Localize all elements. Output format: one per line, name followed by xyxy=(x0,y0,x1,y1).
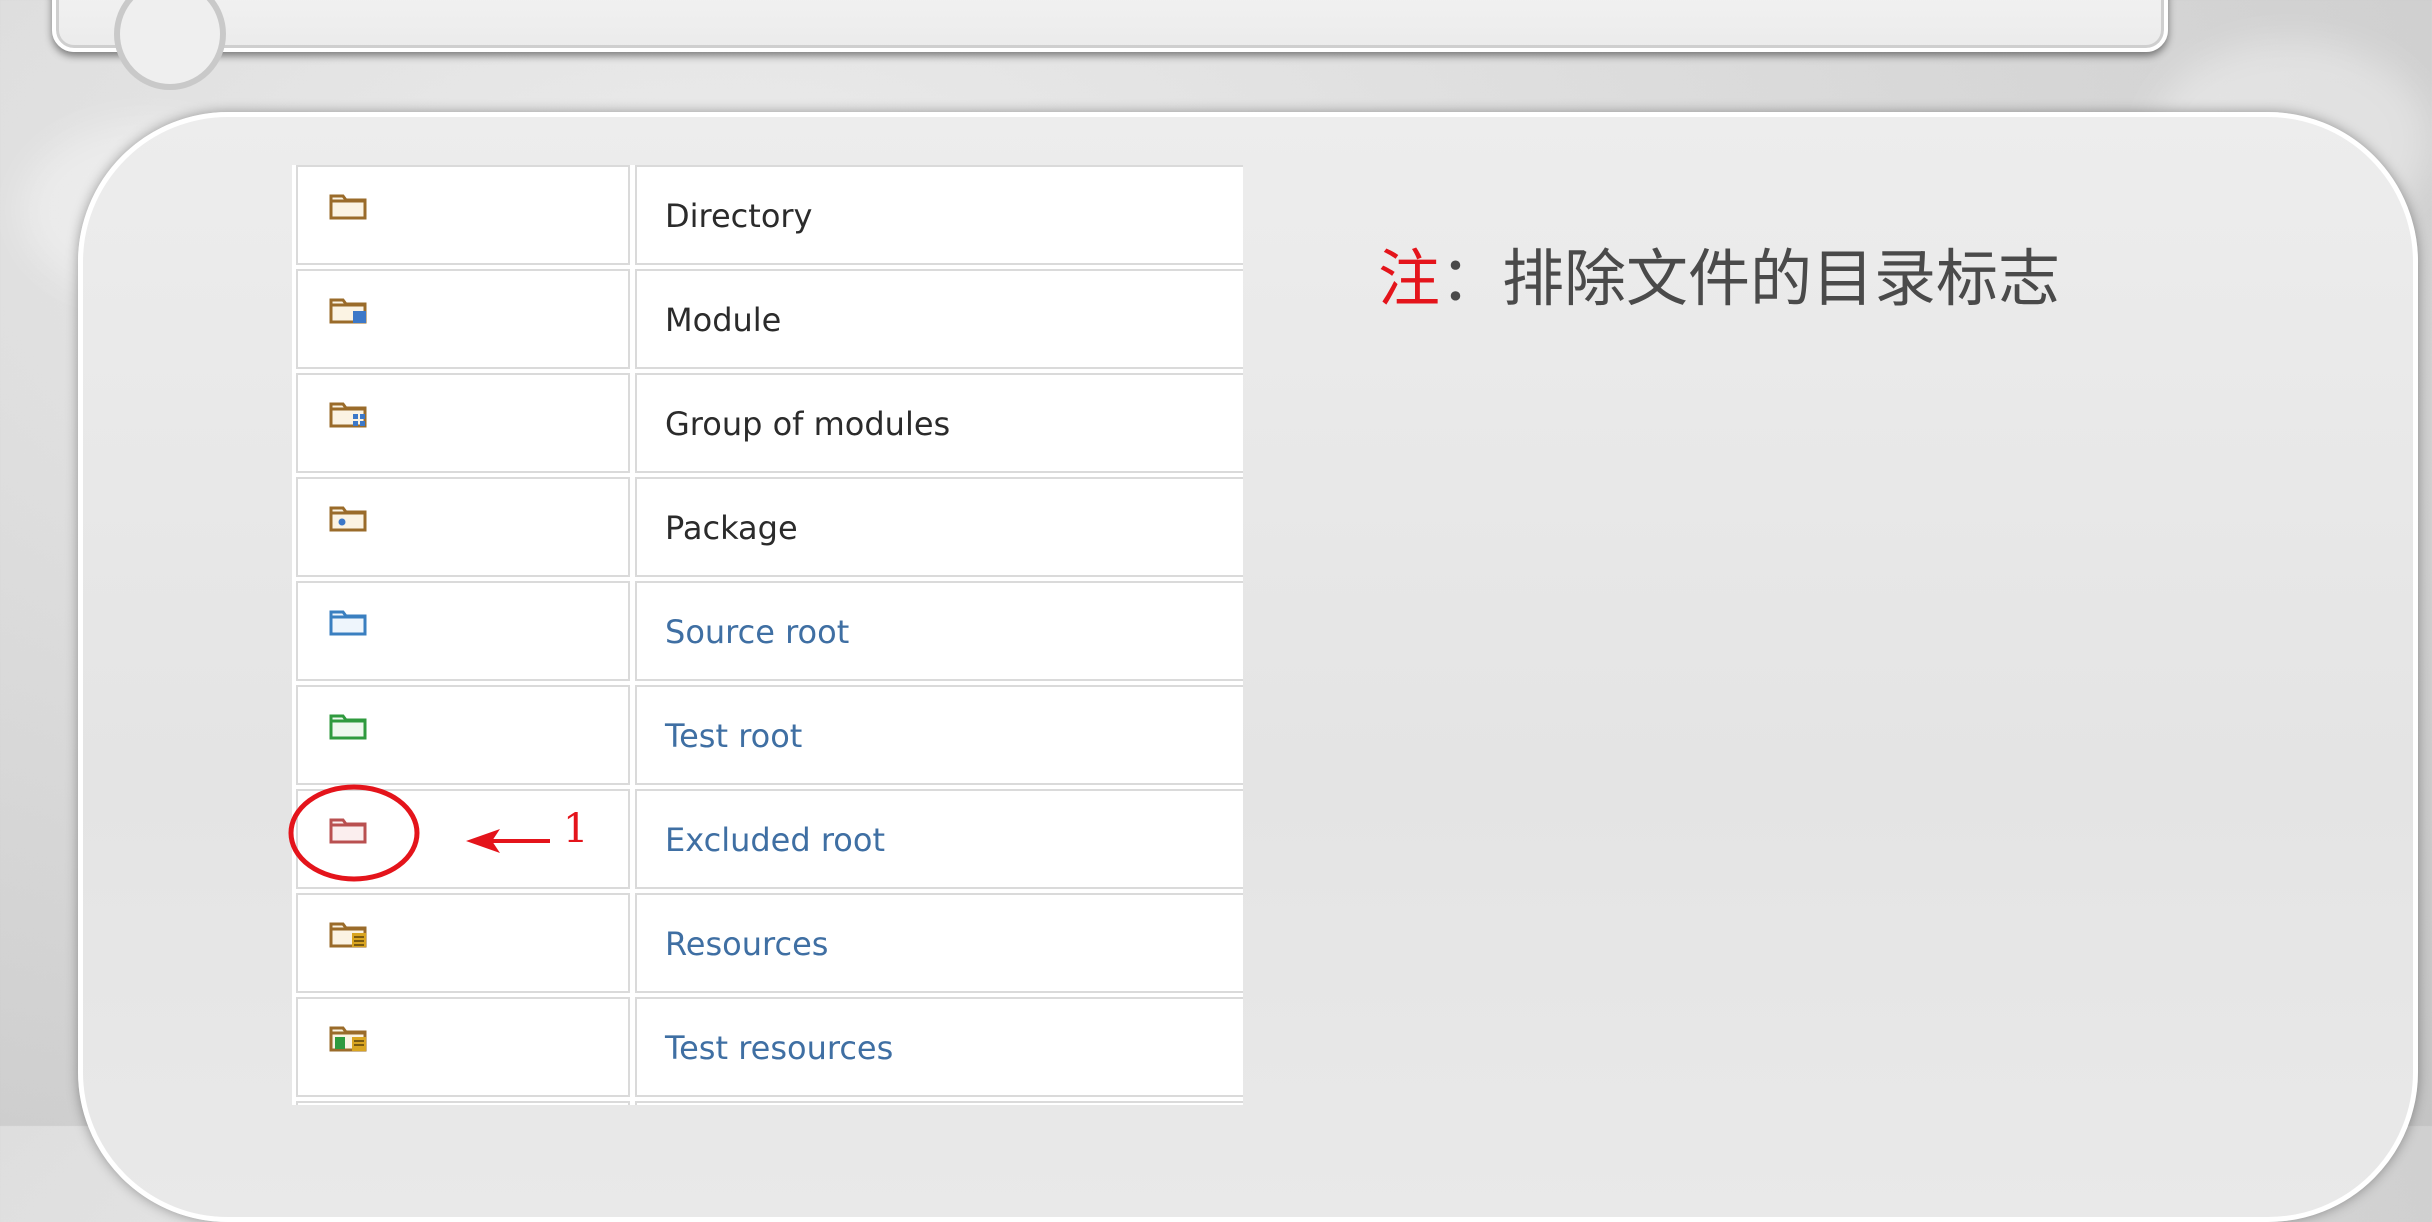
row-label[interactable]: Source root xyxy=(665,583,849,681)
label-cell: Directory xyxy=(635,165,1243,265)
label-cell: Source root xyxy=(635,581,1243,681)
label-cell: Group of modules xyxy=(635,373,1243,473)
label-cell xyxy=(635,1101,1243,1105)
folder-resources-icon xyxy=(329,922,367,948)
label-cell: Test root xyxy=(635,685,1243,785)
table-row: Source root xyxy=(292,581,1243,685)
folder-package-icon xyxy=(329,506,367,532)
icon-cell xyxy=(296,581,630,681)
folder-module-icon xyxy=(329,298,367,324)
icon-cell xyxy=(296,269,630,369)
label-cell: Module xyxy=(635,269,1243,369)
folder-directory-icon xyxy=(329,194,367,220)
row-label[interactable]: Test root xyxy=(665,687,802,785)
icon-cell xyxy=(296,685,630,785)
row-label: Group of modules xyxy=(665,405,951,443)
note-text: 注：排除文件的目录标志 xyxy=(1378,228,2060,318)
icon-cell xyxy=(296,165,630,265)
table-row: Resources xyxy=(292,893,1243,997)
icon-cell xyxy=(296,893,630,993)
folder-test-resources-icon xyxy=(329,1026,367,1052)
row-label[interactable]: Excluded root xyxy=(665,791,885,889)
highlight-circle-icon xyxy=(288,784,420,882)
row-label: Module xyxy=(665,301,782,339)
folder-module-group-icon xyxy=(329,402,367,428)
table-row: Module xyxy=(292,269,1243,373)
note-body: ：排除文件的目录标志 xyxy=(1440,242,2061,315)
icon-cell xyxy=(296,997,630,1097)
label-cell: Test resources xyxy=(635,997,1243,1097)
folder-test-root-icon xyxy=(329,714,367,740)
folder-source-root-icon xyxy=(329,610,367,636)
icon-cell xyxy=(296,477,630,577)
row-label: Directory xyxy=(665,197,813,235)
round-button-icon xyxy=(114,0,226,90)
row-label: Package xyxy=(665,509,798,547)
table-row: Package xyxy=(292,477,1243,581)
table-row: Test root xyxy=(292,685,1243,789)
row-label[interactable]: Resources xyxy=(665,895,828,993)
table-row: Group of modules xyxy=(292,373,1243,477)
row-label[interactable]: Test resources xyxy=(665,999,893,1097)
table-row: Test resources xyxy=(292,997,1243,1101)
icon-cell xyxy=(296,1101,630,1105)
table-row: Directory xyxy=(292,165,1243,269)
label-cell: Package xyxy=(635,477,1243,577)
table-row xyxy=(292,1101,1243,1105)
note-marker: 注 xyxy=(1378,242,1441,315)
folder-types-table: Directory Module Group of modules Packag… xyxy=(292,165,1243,1105)
icon-cell xyxy=(296,373,630,473)
label-cell: Resources xyxy=(635,893,1243,993)
label-cell: Excluded root xyxy=(635,789,1243,889)
annotation-number: 1 xyxy=(563,806,589,852)
top-panel xyxy=(52,0,2168,90)
